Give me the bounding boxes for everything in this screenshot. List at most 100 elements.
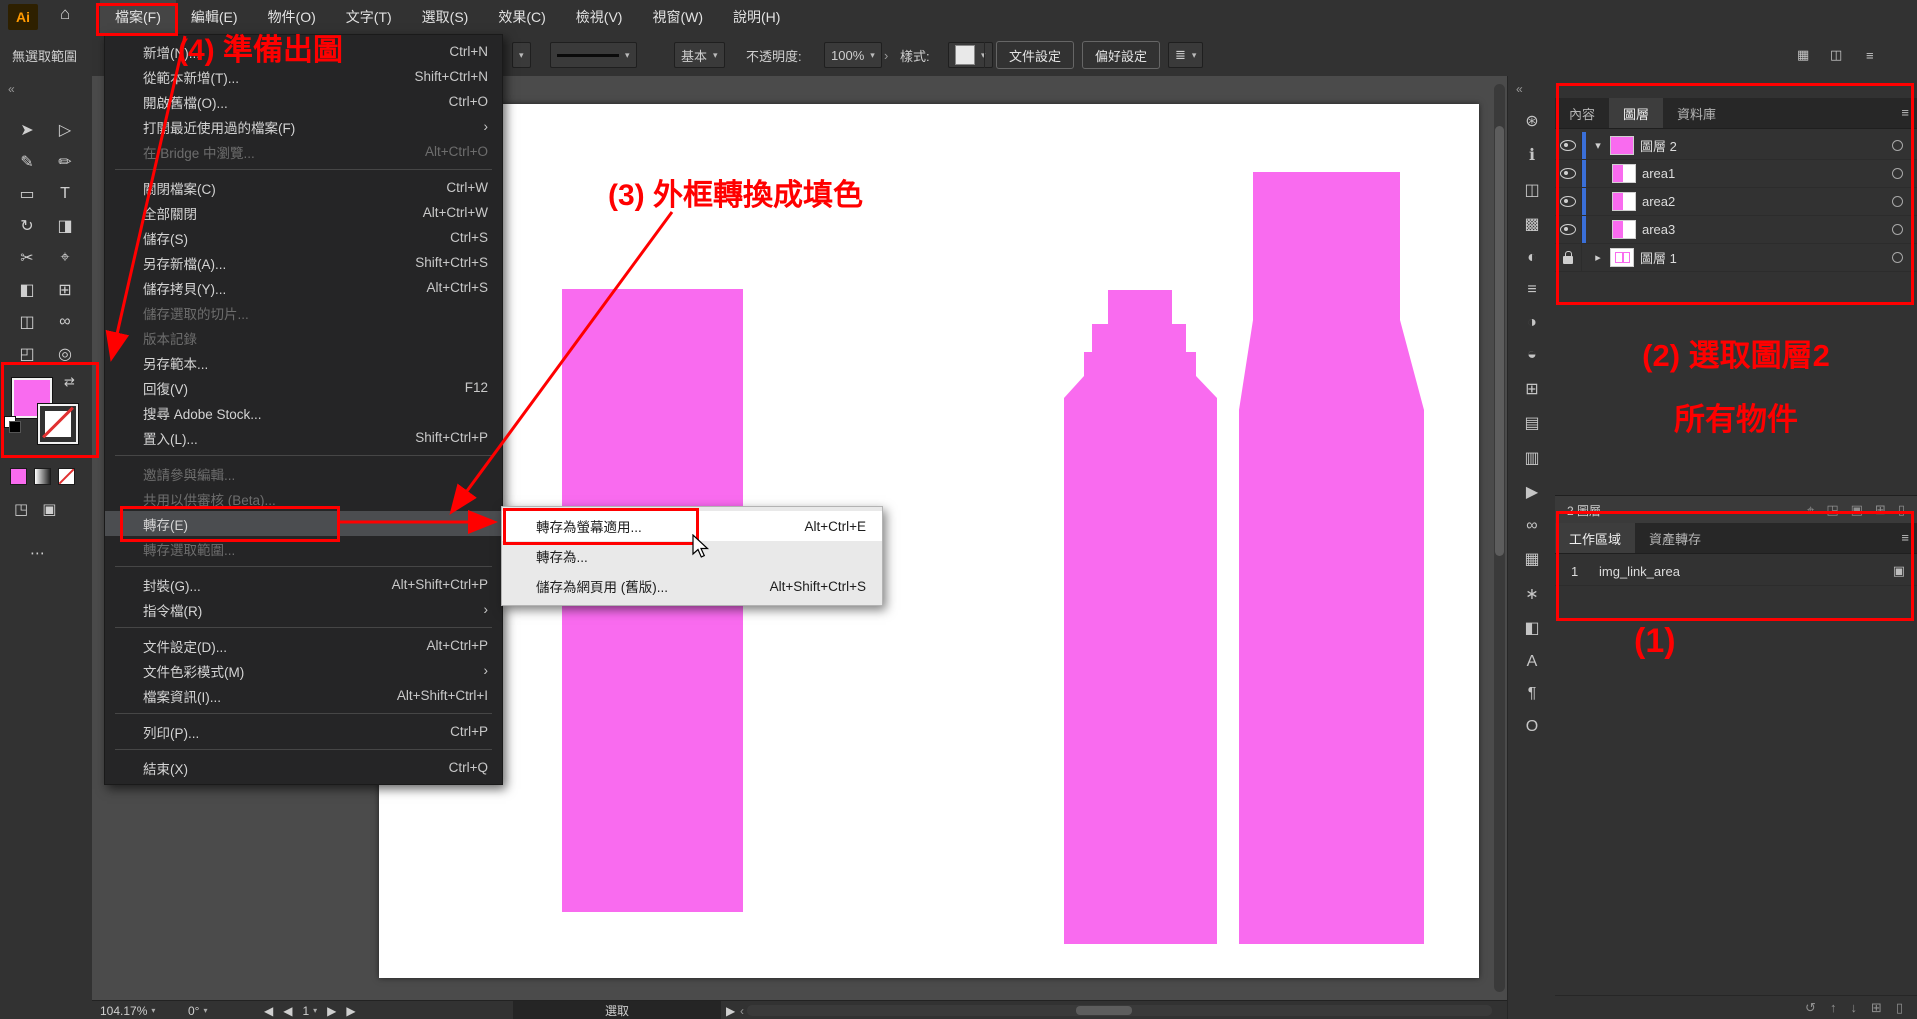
rectangle-tool-icon[interactable]: ▭ (8, 178, 46, 210)
layer-row-5[interactable]: ▸圖層 1 (1555, 244, 1917, 272)
panel-tab-內容[interactable]: 內容 (1555, 98, 1609, 128)
first-artboard-icon[interactable]: ◀ (264, 1004, 273, 1018)
menubar-item-3[interactable]: 物件(O) (253, 0, 331, 34)
default-fill-stroke-icon[interactable] (4, 416, 16, 428)
layer-target-icon[interactable] (1892, 168, 1903, 179)
layer-target-icon[interactable] (1892, 196, 1903, 207)
edit-toolbar-icon[interactable]: ⋯ (30, 544, 47, 562)
vertical-scrollbar-thumb[interactable] (1495, 126, 1504, 556)
color-button[interactable] (10, 468, 27, 485)
stroke-profile-dropdown[interactable]: ▾ (550, 42, 637, 68)
panel-tab-資產轉存[interactable]: 資產轉存 (1635, 523, 1715, 553)
file-menu-item-15[interactable]: 搜尋 Adobe Stock... (105, 400, 502, 425)
dock-collapse-icon[interactable]: « (1516, 82, 1523, 96)
status-back-icon[interactable]: ‹ (740, 1001, 744, 1019)
layer-row-1[interactable]: ▾ 圖層 2 (1555, 132, 1917, 160)
mesh-tool-icon[interactable]: ⊞ (46, 274, 84, 306)
export-submenu-item-1[interactable]: 轉存為螢幕適用...Alt+Ctrl+E (502, 511, 882, 541)
magic-icon[interactable]: ∗ (1525, 584, 1538, 604)
draw-normal-icon[interactable]: ◳ (14, 500, 28, 518)
rotation-dropdown[interactable]: 0°▾ (188, 1001, 208, 1019)
horizontal-scrollbar[interactable] (747, 1005, 1492, 1016)
artboard-number-dropdown[interactable]: 1▾ (302, 1004, 317, 1018)
delete-layer-icon[interactable]: ▯ (1898, 502, 1905, 518)
visibility-eye-icon[interactable] (1555, 132, 1582, 159)
scissors-tool-icon[interactable]: ✂ (8, 242, 46, 274)
eyedropper-tool-icon[interactable]: ⌖ (46, 242, 84, 274)
arrange-documents-icon[interactable]: ▦ (1797, 34, 1809, 76)
layer-expand-icon[interactable]: ▸ (1592, 251, 1604, 264)
artboards-icon[interactable]: ◫ (1524, 180, 1539, 200)
actions-icon[interactable]: ▶ (1526, 482, 1538, 502)
layers-panel-menu-icon[interactable]: ≡ (1901, 105, 1909, 120)
file-menu-item-27[interactable]: 結束(X)Ctrl+Q (105, 755, 502, 780)
preferences-button[interactable]: 偏好設定 (1082, 41, 1160, 69)
style-dropdown[interactable]: ▾ (948, 42, 993, 68)
file-menu-item-21[interactable]: 封裝(G)...Alt+Shift+Ctrl+P (105, 572, 502, 597)
file-menu-item-14[interactable]: 回復(V)F12 (105, 375, 502, 400)
menubar-item-6[interactable]: 效果(C) (483, 0, 560, 34)
next-artboard-icon[interactable]: ▶ (327, 1004, 336, 1018)
file-menu-item-13[interactable]: 另存範本... (105, 350, 502, 375)
menubar-item-9[interactable]: 說明(H) (718, 0, 795, 34)
file-menu-item-19[interactable]: 轉存(E)› (105, 511, 502, 536)
file-menu-item-2[interactable]: 從範本新增(T)...Shift+Ctrl+N (105, 64, 502, 89)
opacity-value-dropdown[interactable]: 100%▾ (824, 42, 882, 68)
layer-name[interactable]: 圖層 2 (1640, 136, 1677, 155)
control-menu-icon[interactable]: ≡ (1866, 34, 1874, 76)
document-layout-icon[interactable]: ◫ (1830, 34, 1842, 76)
artboard-name[interactable]: img_link_area (1599, 564, 1893, 579)
layer-name[interactable]: area1 (1642, 166, 1675, 181)
direct-selection-tool-icon[interactable]: ▷ (46, 114, 84, 146)
file-menu-item-26[interactable]: 列印(P)...Ctrl+P (105, 719, 502, 744)
export-submenu-item-3[interactable]: 儲存為網頁用 (舊版)...Alt+Shift+Ctrl+S (502, 571, 882, 601)
artboards-panel-menu-icon[interactable]: ≡ (1901, 530, 1909, 545)
opentype-icon[interactable]: O (1526, 718, 1538, 736)
new-layer-icon[interactable]: ⊞ (1875, 502, 1886, 518)
links-icon[interactable]: ∞ (1526, 517, 1537, 535)
swatch-dropdown[interactable]: ▾ (512, 42, 531, 68)
magenta-bottle-large[interactable] (1239, 172, 1424, 944)
menubar-item-8[interactable]: 視窗(W) (637, 0, 718, 34)
menubar-item-4[interactable]: 文字(T) (331, 0, 407, 34)
file-menu-item-4[interactable]: 打開最近使用過的檔案(F)› (105, 114, 502, 139)
draw-behind-icon[interactable]: ▣ (42, 500, 56, 518)
gradient-button[interactable] (34, 468, 51, 485)
type-tool-icon[interactable]: T (46, 178, 84, 210)
layer-row-4[interactable]: area3 (1555, 216, 1917, 244)
vertical-scrollbar[interactable] (1494, 84, 1505, 992)
pen-tool-icon[interactable]: ✎ (8, 146, 46, 178)
file-menu-item-25[interactable]: 檔案資訊(I)...Alt+Shift+Ctrl+I (105, 683, 502, 708)
layer-name[interactable]: area2 (1642, 194, 1675, 209)
rearrange-artboards-icon[interactable]: ↺ (1805, 1000, 1816, 1016)
file-menu-item-8[interactable]: 儲存(S)Ctrl+S (105, 225, 502, 250)
file-menu-item-22[interactable]: 指令檔(R)› (105, 597, 502, 622)
clipping-mask-icon[interactable]: ◳ (1826, 502, 1838, 518)
layer-target-icon[interactable] (1892, 224, 1903, 235)
gradient-icon[interactable]: ◐ (1527, 249, 1537, 267)
delete-artboard-icon[interactable]: ▯ (1896, 1000, 1903, 1016)
eraser-tool-icon[interactable]: ◨ (46, 210, 84, 242)
layer-target-icon[interactable] (1892, 140, 1903, 151)
last-artboard-icon[interactable]: ▶ (346, 1004, 355, 1018)
layer-row-3[interactable]: area2 (1555, 188, 1917, 216)
rotate-tool-icon[interactable]: ↻ (8, 210, 46, 242)
new-sublayer-icon[interactable]: ▣ (1851, 502, 1863, 518)
visibility-eye-icon[interactable] (1555, 188, 1582, 215)
panel-tab-圖層[interactable]: 圖層 (1609, 98, 1663, 128)
properties-icon[interactable]: ⊛ (1525, 111, 1538, 131)
toolbar-collapse-icon[interactable]: « (8, 82, 15, 96)
menubar-item-5[interactable]: 選取(S) (407, 0, 484, 34)
paragraph-icon[interactable]: ¶ (1528, 685, 1537, 703)
visibility-eye-icon[interactable] (1555, 160, 1582, 187)
file-menu-item-9[interactable]: 另存新檔(A)...Shift+Ctrl+S (105, 250, 502, 275)
horizontal-scrollbar-thumb[interactable] (1076, 1006, 1132, 1015)
move-up-icon[interactable]: ↑ (1830, 1000, 1837, 1015)
pencil-tool-icon[interactable]: ✏ (46, 146, 84, 178)
prev-artboard-icon[interactable]: ◀ (283, 1004, 292, 1018)
layer-row-2[interactable]: area1 (1555, 160, 1917, 188)
locate-object-icon[interactable]: ⌖ (1807, 502, 1814, 518)
stroke-icon[interactable]: ≡ (1527, 281, 1536, 299)
layer-expand-icon[interactable]: ▾ (1592, 139, 1604, 152)
layer-name[interactable]: area3 (1642, 222, 1675, 237)
